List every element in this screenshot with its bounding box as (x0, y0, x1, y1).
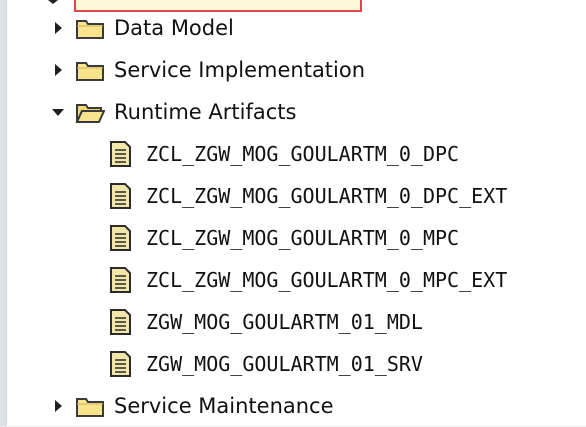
collapse-caret-icon[interactable] (48, 0, 58, 4)
tree-node-label: Data Model (114, 16, 234, 40)
document-icon (104, 182, 136, 210)
tree-node-label: Service Implementation (114, 58, 366, 82)
artifact-item[interactable]: ZCL_ZGW_MOG_GOULARTM_0_MPC_EXT (0, 259, 507, 301)
tree-node-label: Runtime Artifacts (114, 100, 297, 124)
expand-arrow-icon[interactable] (50, 398, 66, 414)
collapse-arrow-icon[interactable] (50, 104, 66, 120)
document-icon (104, 350, 136, 378)
tree-node-runtime-artifacts[interactable]: Runtime Artifacts (0, 91, 296, 133)
artifact-label: ZCL_ZGW_MOG_GOULARTM_0_DPC_EXT (146, 184, 508, 208)
artifact-item[interactable]: ZCL_ZGW_MOG_GOULARTM_0_DPC_EXT (0, 175, 507, 217)
expand-arrow-icon[interactable] (50, 62, 66, 78)
tree-node-label: Service Maintenance (114, 394, 334, 418)
document-icon (104, 308, 136, 336)
artifact-label: ZGW_MOG_GOULARTM_01_SRV (146, 352, 423, 376)
open-folder-icon (74, 98, 106, 126)
tree-node-service-maintenance[interactable]: Service Maintenance (0, 385, 334, 427)
artifact-label: ZCL_ZGW_MOG_GOULARTM_0_DPC (146, 142, 460, 166)
artifact-item[interactable]: ZGW_MOG_GOULARTM_01_MDL (0, 301, 423, 343)
folder-icon (74, 392, 106, 420)
expand-arrow-icon[interactable] (50, 20, 66, 36)
artifact-label: ZCL_ZGW_MOG_GOULARTM_0_MPC_EXT (146, 268, 508, 292)
folder-icon (74, 14, 106, 42)
folder-icon (74, 56, 106, 84)
artifact-item[interactable]: ZGW_MOG_GOULARTM_01_SRV (0, 343, 423, 385)
tree-node-data-model[interactable]: Data Model (0, 7, 234, 49)
artifact-item[interactable]: ZCL_ZGW_MOG_GOULARTM_0_MPC (0, 217, 459, 259)
document-icon (104, 140, 136, 168)
document-icon (104, 266, 136, 294)
artifact-label: ZCL_ZGW_MOG_GOULARTM_0_MPC (146, 226, 460, 250)
tree-node-service-implementation[interactable]: Service Implementation (0, 49, 365, 91)
artifact-label: ZGW_MOG_GOULARTM_01_MDL (146, 310, 423, 334)
document-icon (104, 224, 136, 252)
navigation-tree: Data Model Service Implementation Runtim… (0, 0, 586, 426)
artifact-item[interactable]: ZCL_ZGW_MOG_GOULARTM_0_DPC (0, 133, 459, 175)
